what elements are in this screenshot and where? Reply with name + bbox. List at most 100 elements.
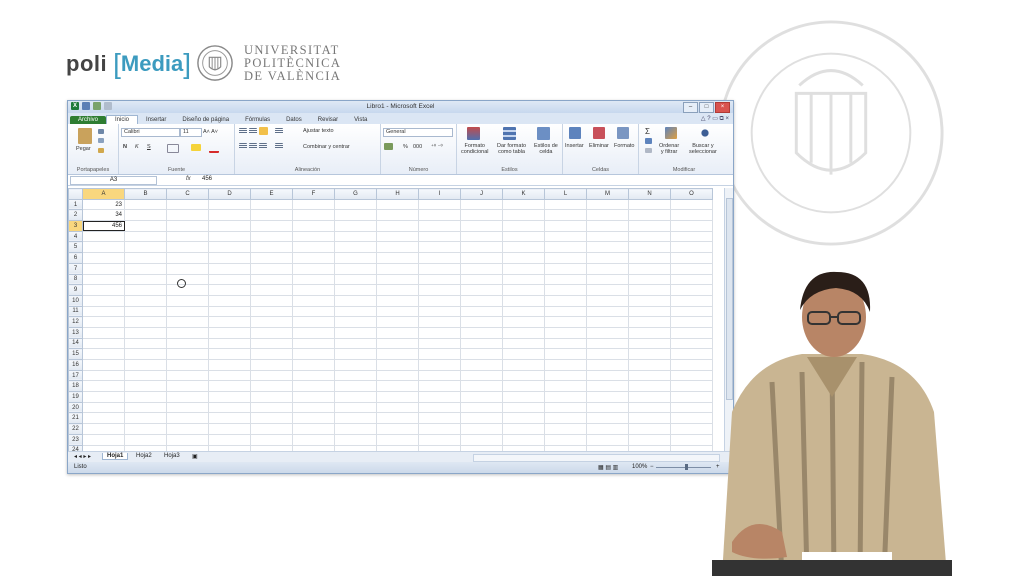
cell-i9[interactable] — [418, 284, 461, 296]
cell-n19[interactable] — [628, 391, 671, 403]
cell-a8[interactable] — [82, 273, 125, 286]
cell-l9[interactable] — [544, 284, 587, 296]
cell-b3[interactable] — [124, 220, 167, 232]
zoom-out-button[interactable]: − — [650, 464, 654, 470]
cell-l5[interactable] — [544, 241, 587, 254]
row-header[interactable]: 3 — [68, 220, 83, 232]
row-header[interactable]: 17 — [68, 369, 83, 382]
cell-a7[interactable] — [82, 262, 125, 275]
cell-l13[interactable] — [544, 326, 587, 339]
cell-j7[interactable] — [460, 262, 503, 275]
help-icon[interactable]: △ ? ▭ ⧉ × — [701, 115, 729, 123]
paste-icon[interactable] — [78, 128, 92, 144]
cell-e13[interactable] — [250, 326, 293, 339]
horizontal-scrollbar[interactable] — [473, 454, 720, 462]
cell-a19[interactable] — [82, 391, 125, 403]
cell-j17[interactable] — [460, 369, 503, 382]
cell-c17[interactable] — [166, 369, 209, 382]
sheet-nav-icons[interactable]: ◂ ◂ ▸ ▸ — [70, 453, 95, 460]
cell-k20[interactable] — [502, 401, 545, 414]
cell-m10[interactable] — [586, 294, 629, 307]
cell-a16[interactable] — [82, 359, 125, 371]
cell-d4[interactable] — [208, 230, 251, 243]
cell-n10[interactable] — [628, 294, 671, 307]
cell-g9[interactable] — [334, 284, 377, 296]
cell-n6[interactable] — [628, 252, 671, 264]
cell-l14[interactable] — [544, 337, 587, 350]
cell-n13[interactable] — [628, 326, 671, 339]
row-header[interactable]: 10 — [68, 294, 83, 307]
cell-f20[interactable] — [292, 401, 335, 414]
cell-h2[interactable] — [376, 209, 419, 222]
cell-h10[interactable] — [376, 294, 419, 307]
insert-cells-button[interactable]: Insertar — [565, 143, 584, 149]
row-header[interactable]: 21 — [68, 412, 83, 425]
sheet-tab-hoja3[interactable]: Hoja3 — [160, 453, 184, 459]
cell-h1[interactable] — [376, 198, 419, 211]
cell-d16[interactable] — [208, 359, 251, 371]
insert-function-icon[interactable]: fx — [186, 176, 191, 182]
cell-n8[interactable] — [628, 273, 671, 286]
cell-n15[interactable] — [628, 348, 671, 360]
cell-g23[interactable] — [334, 433, 377, 446]
align-top-icon[interactable] — [239, 128, 247, 134]
cell-i17[interactable] — [418, 369, 461, 382]
cell-j15[interactable] — [460, 348, 503, 360]
cell-b14[interactable] — [124, 337, 167, 350]
cell-e21[interactable] — [250, 412, 293, 425]
align-left-icon[interactable] — [239, 143, 247, 149]
cell-a21[interactable] — [82, 412, 125, 425]
align-middle-icon[interactable] — [249, 128, 257, 134]
cell-l16[interactable] — [544, 359, 587, 371]
cell-g8[interactable] — [334, 273, 377, 286]
format-as-table-button[interactable]: Dar formato como tabla — [497, 143, 526, 155]
tab-insertar[interactable]: Insertar — [138, 116, 174, 124]
cell-a13[interactable] — [82, 326, 125, 339]
align-center-icon[interactable] — [249, 143, 257, 149]
cut-icon[interactable] — [98, 129, 104, 134]
cell-m14[interactable] — [586, 337, 629, 350]
row-header[interactable]: 6 — [68, 252, 83, 264]
autosum-icon[interactable]: Σ — [645, 127, 650, 136]
cell-f1[interactable] — [292, 198, 335, 211]
cell-d12[interactable] — [208, 316, 251, 328]
number-format-select[interactable]: General — [383, 128, 453, 137]
row-header[interactable]: 11 — [68, 305, 83, 318]
cell-h17[interactable] — [376, 369, 419, 382]
cell-i21[interactable] — [418, 412, 461, 425]
cell-l21[interactable] — [544, 412, 587, 425]
cell-e17[interactable] — [250, 369, 293, 382]
column-header[interactable]: N — [628, 188, 671, 200]
cell-c19[interactable] — [166, 391, 209, 403]
font-name-select[interactable]: Calibri — [121, 128, 180, 137]
cell-c20[interactable] — [166, 401, 209, 414]
cell-f5[interactable] — [292, 241, 335, 254]
cell-o13[interactable] — [670, 326, 713, 339]
cell-i14[interactable] — [418, 337, 461, 350]
cell-j1[interactable] — [460, 198, 503, 211]
cell-g4[interactable] — [334, 230, 377, 243]
cell-i2[interactable] — [418, 209, 461, 222]
column-header[interactable]: G — [334, 188, 377, 200]
format-painter-icon[interactable] — [98, 148, 104, 153]
decimal-icon[interactable]: ⁺⁰ ⁻⁰ — [431, 144, 443, 150]
cell-g6[interactable] — [334, 252, 377, 264]
cell-c5[interactable] — [166, 241, 209, 254]
cell-e23[interactable] — [250, 433, 293, 446]
row-header[interactable]: 1 — [68, 198, 83, 211]
cell-k6[interactable] — [502, 252, 545, 264]
find-select-button[interactable]: Buscar y seleccionar — [689, 143, 717, 155]
cell-m23[interactable] — [586, 433, 629, 446]
cell-i1[interactable] — [418, 198, 461, 211]
cell-o6[interactable] — [670, 252, 713, 264]
tab-inicio[interactable]: Inicio — [106, 115, 139, 124]
cell-j11[interactable] — [460, 305, 503, 318]
cell-k7[interactable] — [502, 262, 545, 275]
cell-o20[interactable] — [670, 401, 713, 414]
cell-d21[interactable] — [208, 412, 251, 425]
cell-g18[interactable] — [334, 380, 377, 393]
cell-h12[interactable] — [376, 316, 419, 328]
cell-e20[interactable] — [250, 401, 293, 414]
cell-h4[interactable] — [376, 230, 419, 243]
cell-o10[interactable] — [670, 294, 713, 307]
